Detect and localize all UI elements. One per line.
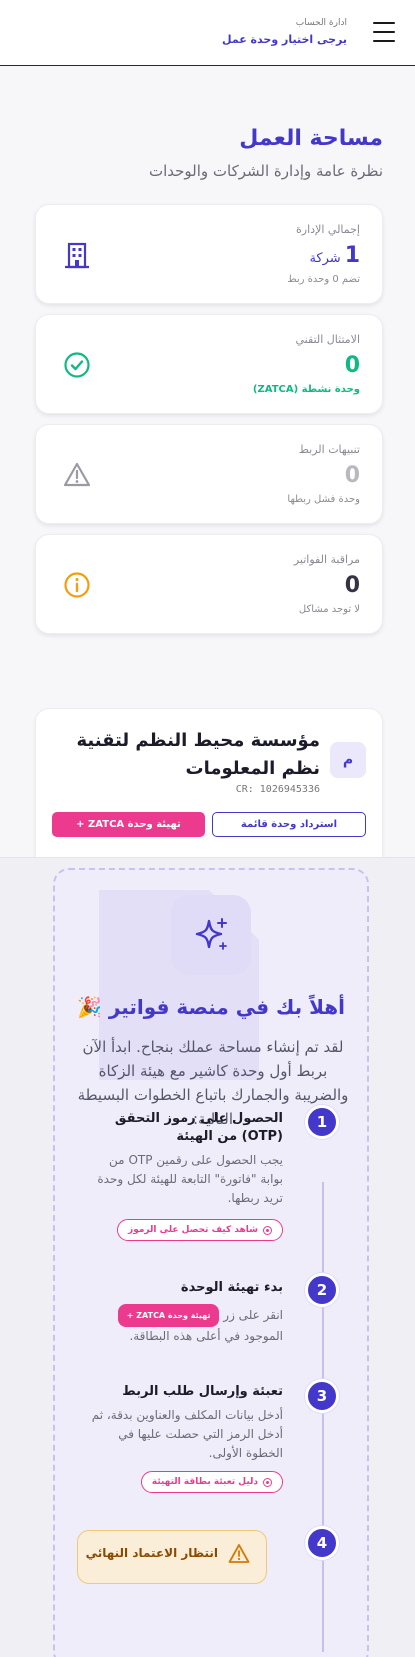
stat-label: إجمالي الإدارة xyxy=(296,223,360,236)
check-circle-icon xyxy=(64,352,90,378)
warning-icon xyxy=(63,462,91,487)
await-approval-box: انتظار الاعتماد النهائي xyxy=(77,1530,267,1584)
step-title: بدء تهيئة الوحدة xyxy=(180,1280,283,1295)
inline-init-pill: تهيئة وحدة ZATCA + xyxy=(117,1304,220,1327)
info-circle-icon xyxy=(64,572,90,598)
step-text: يجب الحصول على رقمين OTP من بوابة "فاتور… xyxy=(97,1153,283,1205)
step-title: تعبئة وإرسال طلب الربط xyxy=(122,1384,283,1399)
play-icon xyxy=(263,1477,272,1487)
stat-label: تنبيهات الربط xyxy=(298,443,360,456)
stat-note: وحدة نشطة (ZATCA) xyxy=(252,384,360,395)
company-avatar: م xyxy=(330,742,366,778)
step-number: 3 xyxy=(305,1379,339,1413)
init-zatca-unit-button[interactable]: تهيئة وحدة ZATCA + xyxy=(52,812,205,837)
page-subtitle: نظرة عامة وإدارة الشركات والوحدات xyxy=(148,162,383,180)
page-title: مساحة العمل xyxy=(239,126,383,151)
stat-value: 0 xyxy=(344,573,360,598)
play-icon xyxy=(263,1225,272,1235)
stat-note: لا توجد مشاكل xyxy=(298,604,360,615)
unit-select[interactable]: يرجى اختيار وحدة عمل xyxy=(222,33,347,46)
restore-unit-button[interactable]: استرداد وحدة قائمة xyxy=(212,812,366,837)
stat-card-management: إجمالي الإدارة 1شركة تضم 0 وحدة ربط xyxy=(35,204,383,304)
step-title: الحصول على رموز التحقق (OTP) من الهيئة xyxy=(114,1111,283,1144)
steps-timeline xyxy=(322,1182,324,1652)
top-bar: ادارة الحساب يرجى اختيار وحدة عمل xyxy=(0,0,415,66)
company-card: م مؤسسة محيط النظم لتقنية نظم المعلومات … xyxy=(35,708,383,858)
stat-card-alerts: تنبيهات الربط 0 وحدة فشل ربطها xyxy=(35,424,383,524)
stat-value: 0 xyxy=(344,353,360,378)
stat-note: تضم 0 وحدة ربط xyxy=(287,274,360,285)
company-name: مؤسسة محيط النظم لتقنية نظم المعلومات xyxy=(76,730,320,779)
stat-label: مراقبة الفواتير xyxy=(293,553,360,566)
await-title: انتظار الاعتماد النهائي xyxy=(85,1546,218,1560)
hamburger-menu-icon[interactable] xyxy=(373,22,395,42)
account-label: ادارة الحساب xyxy=(295,18,347,28)
setup-guide-link[interactable]: دليل تعبئة بطاقة التهيئة xyxy=(140,1471,283,1493)
stat-value: 1شركة xyxy=(309,243,360,268)
stat-value: 0 xyxy=(344,463,360,488)
step-text: أدخل بيانات المكلف والعناوين بدقة، ثم أد… xyxy=(91,1408,283,1460)
company-cr: CR: 1026945336 xyxy=(235,784,320,795)
building-icon xyxy=(65,242,89,269)
sparkle-icon xyxy=(171,895,251,975)
stat-label: الامتثال التقني xyxy=(295,333,360,346)
account-switcher[interactable]: ادارة الحساب يرجى اختيار وحدة عمل xyxy=(222,18,347,46)
how-to-get-otp-link[interactable]: شاهد كيف تحصل على الرموز xyxy=(117,1219,283,1241)
welcome-title: أهلاً بك في منصة فواتير 🎉 xyxy=(76,995,346,1019)
step-number: 1 xyxy=(305,1105,339,1139)
stat-note: وحدة فشل ربطها xyxy=(287,494,360,505)
stat-card-compliance: الامتثال التقني 0 وحدة نشطة (ZATCA) xyxy=(35,314,383,414)
stat-card-invoices: مراقبة الفواتير 0 لا توجد مشاكل xyxy=(35,534,383,634)
step-number: 4 xyxy=(305,1526,339,1560)
step-number: 2 xyxy=(305,1273,339,1307)
welcome-panel: أهلاً بك في منصة فواتير 🎉 لقد تم إنشاء م… xyxy=(53,868,369,1657)
warning-icon xyxy=(228,1544,250,1563)
step-text: انقر على زر تهيئة وحدة ZATCA + الموجود ف… xyxy=(83,1304,283,1346)
